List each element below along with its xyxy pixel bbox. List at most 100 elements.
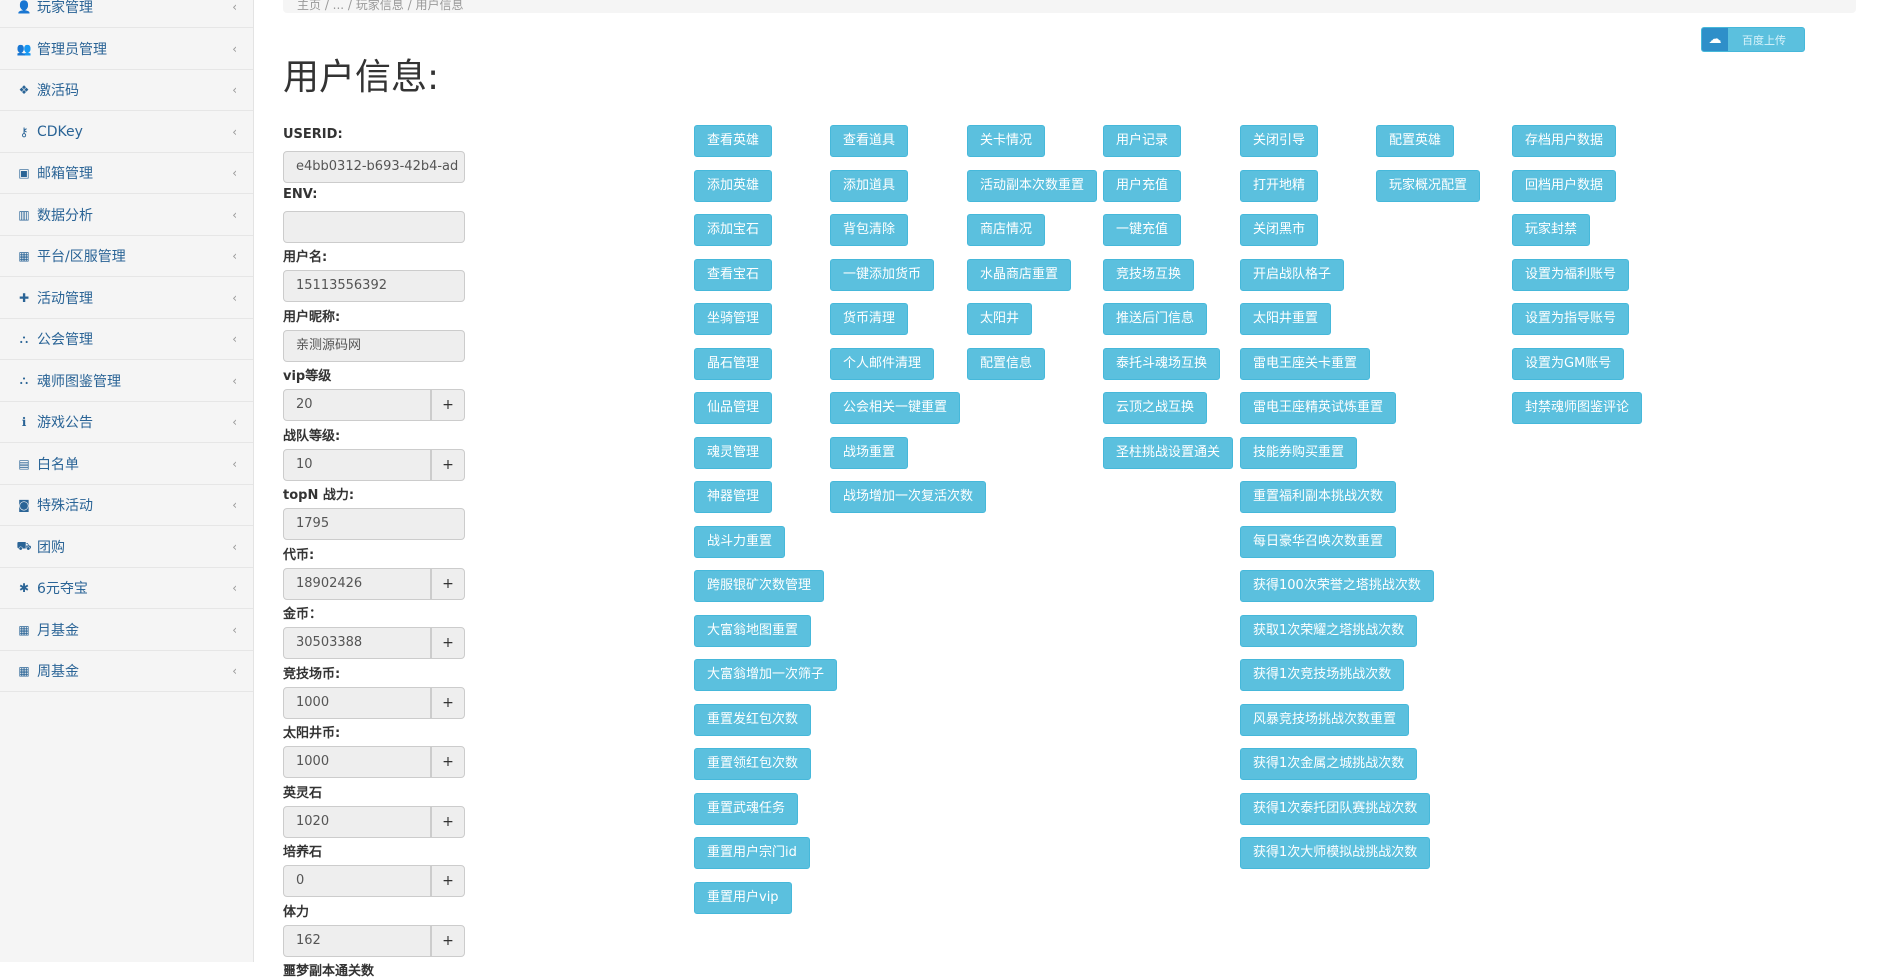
action-button[interactable]: 风暴竞技场挑战次数重置 <box>1240 703 1410 736</box>
action-button[interactable]: 关闭黑市 <box>1240 214 1319 246</box>
add-button[interactable]: + <box>431 924 465 957</box>
action-button[interactable]: 货币清理 <box>830 303 909 335</box>
action-button[interactable]: 添加英雄 <box>694 169 773 202</box>
field-input[interactable]: 15113556392 <box>283 270 465 302</box>
field-input[interactable]: 30503388 <box>283 627 431 659</box>
action-button[interactable]: 商店情况 <box>967 214 1046 246</box>
add-button[interactable]: + <box>431 567 465 600</box>
action-button[interactable]: 获得1次泰托团队赛挑战次数 <box>1240 792 1431 825</box>
sidebar-item-9[interactable]: ⛬ 魂师图鉴管理 ‹ <box>0 361 253 402</box>
action-button[interactable]: 重置用户vip <box>694 881 792 914</box>
action-button[interactable]: 玩家封禁 <box>1512 214 1591 246</box>
action-button[interactable]: 获得1次金属之城挑战次数 <box>1240 748 1418 780</box>
add-button[interactable]: + <box>431 686 465 719</box>
sidebar-item-11[interactable]: ▤ 白名单 ‹ <box>0 444 253 485</box>
action-button[interactable]: 查看宝石 <box>694 258 773 291</box>
field-input[interactable]: e4bb0312-b693-42b4-ad <box>283 151 465 183</box>
action-button[interactable]: 重置发红包次数 <box>694 703 812 736</box>
action-button[interactable]: 大富翁地图重置 <box>694 614 812 647</box>
action-button[interactable]: 神器管理 <box>694 481 773 513</box>
field-input[interactable]: 10 <box>283 448 431 481</box>
sidebar-item-4[interactable]: ▣ 邮箱管理 ‹ <box>0 153 253 194</box>
action-button[interactable]: 雷电王座精英试炼重置 <box>1240 392 1397 424</box>
sidebar-item-13[interactable]: ⛟ 团购 ‹ <box>0 527 253 568</box>
action-button[interactable]: 圣柱挑战设置通关 <box>1103 436 1234 469</box>
add-button[interactable]: + <box>431 627 465 659</box>
action-button[interactable]: 背包清除 <box>830 214 909 246</box>
action-button[interactable]: 获得1次大师模拟战挑战次数 <box>1240 837 1431 869</box>
action-button[interactable]: 推送后门信息 <box>1103 303 1208 335</box>
action-button[interactable]: 重置领红包次数 <box>694 748 812 780</box>
action-button[interactable]: 获取1次荣耀之塔挑战次数 <box>1240 614 1418 647</box>
action-button[interactable]: 添加宝石 <box>694 214 773 246</box>
sidebar-item-10[interactable]: ℹ 游戏公告 ‹ <box>0 402 253 443</box>
action-button[interactable]: 重置福利副本挑战次数 <box>1240 481 1397 513</box>
action-button[interactable]: 重置武魂任务 <box>694 792 799 825</box>
field-input[interactable]: 162 <box>283 924 431 957</box>
add-button[interactable]: + <box>431 865 465 897</box>
action-button[interactable]: 存档用户数据 <box>1512 125 1617 157</box>
action-button[interactable]: 跨服银矿次数管理 <box>694 570 825 602</box>
action-button[interactable]: 竞技场互换 <box>1103 258 1195 291</box>
action-button[interactable]: 云顶之战互换 <box>1103 392 1208 424</box>
sidebar-item-1[interactable]: 👥 管理员管理 ‹ <box>0 29 253 70</box>
action-button[interactable]: 一键充值 <box>1103 214 1182 246</box>
action-button[interactable]: 晶石管理 <box>694 347 773 380</box>
action-button[interactable]: 查看道具 <box>830 125 909 157</box>
action-button[interactable]: 玩家概况配置 <box>1376 169 1481 202</box>
action-button[interactable]: 太阳井 <box>967 303 1033 335</box>
sidebar-item-5[interactable]: ▥ 数据分析 ‹ <box>0 195 253 236</box>
action-button[interactable]: 水晶商店重置 <box>967 258 1072 291</box>
action-button[interactable]: 公会相关一键重置 <box>830 392 961 424</box>
action-button[interactable]: 太阳井重置 <box>1240 303 1332 335</box>
action-button[interactable]: 仙品管理 <box>694 392 773 424</box>
action-button[interactable]: 泰托斗魂场互换 <box>1103 347 1221 380</box>
action-button[interactable]: 用户充值 <box>1103 169 1182 202</box>
action-button[interactable]: 获得1次竞技场挑战次数 <box>1240 659 1405 691</box>
action-button[interactable]: 查看英雄 <box>694 125 773 157</box>
action-button[interactable]: 打开地精 <box>1240 169 1319 202</box>
sidebar-item-15[interactable]: ▦ 月基金 ‹ <box>0 610 253 651</box>
add-button[interactable]: + <box>431 448 465 481</box>
sidebar-item-2[interactable]: ❖ 激活码 ‹ <box>0 70 253 111</box>
action-button[interactable]: 添加道具 <box>830 169 909 202</box>
field-input[interactable] <box>283 210 465 243</box>
action-button[interactable]: 战斗力重置 <box>694 525 786 558</box>
action-button[interactable]: 回档用户数据 <box>1512 169 1617 202</box>
sidebar-item-16[interactable]: ▦ 周基金 ‹ <box>0 651 253 692</box>
field-input[interactable]: 0 <box>283 865 431 897</box>
add-button[interactable]: + <box>431 746 465 778</box>
field-input[interactable]: 18902426 <box>283 567 431 600</box>
action-button[interactable]: 开启战队格子 <box>1240 258 1345 291</box>
action-button[interactable]: 配置英雄 <box>1376 125 1455 157</box>
action-button[interactable]: 关闭引导 <box>1240 125 1319 157</box>
action-button[interactable]: 活动副本次数重置 <box>967 169 1098 202</box>
sidebar-item-3[interactable]: ⚷ CDKey ‹ <box>0 112 253 153</box>
field-input[interactable]: 1000 <box>283 746 431 778</box>
add-button[interactable]: + <box>431 389 465 421</box>
sidebar-item-14[interactable]: ✱ 6元夺宝 ‹ <box>0 568 253 609</box>
sidebar-item-6[interactable]: ▦ 平台/区服管理 ‹ <box>0 236 253 277</box>
field-input[interactable]: 亲测源码网 <box>283 329 465 362</box>
action-button[interactable]: 每日豪华召唤次数重置 <box>1240 525 1397 558</box>
action-button[interactable]: 封禁魂师图鉴评论 <box>1512 392 1643 424</box>
action-button[interactable]: 获得100次荣誉之塔挑战次数 <box>1240 570 1434 602</box>
action-button[interactable]: 设置为GM账号 <box>1512 347 1625 380</box>
action-button[interactable]: 战场重置 <box>830 436 909 469</box>
action-button[interactable]: 魂灵管理 <box>694 436 773 469</box>
sidebar-item-7[interactable]: ✚ 活动管理 ‹ <box>0 278 253 319</box>
sidebar-item-0[interactable]: 👤 玩家管理 ‹ <box>0 0 253 28</box>
action-button[interactable]: 个人邮件清理 <box>830 347 935 380</box>
baidu-upload-button[interactable]: ☁ 百度上传 <box>1701 27 1805 52</box>
field-input[interactable]: 1795 <box>283 508 465 540</box>
action-button[interactable]: 设置为福利账号 <box>1512 258 1630 291</box>
action-button[interactable]: 配置信息 <box>967 347 1046 380</box>
action-button[interactable]: 雷电王座关卡重置 <box>1240 347 1371 380</box>
action-button[interactable]: 坐骑管理 <box>694 303 773 335</box>
add-button[interactable]: + <box>431 805 465 838</box>
action-button[interactable]: 用户记录 <box>1103 125 1182 157</box>
action-button[interactable]: 关卡情况 <box>967 125 1046 157</box>
action-button[interactable]: 重置用户宗门id <box>694 837 810 869</box>
sidebar-item-8[interactable]: ⛬ 公会管理 ‹ <box>0 319 253 360</box>
field-input[interactable]: 1020 <box>283 805 431 838</box>
